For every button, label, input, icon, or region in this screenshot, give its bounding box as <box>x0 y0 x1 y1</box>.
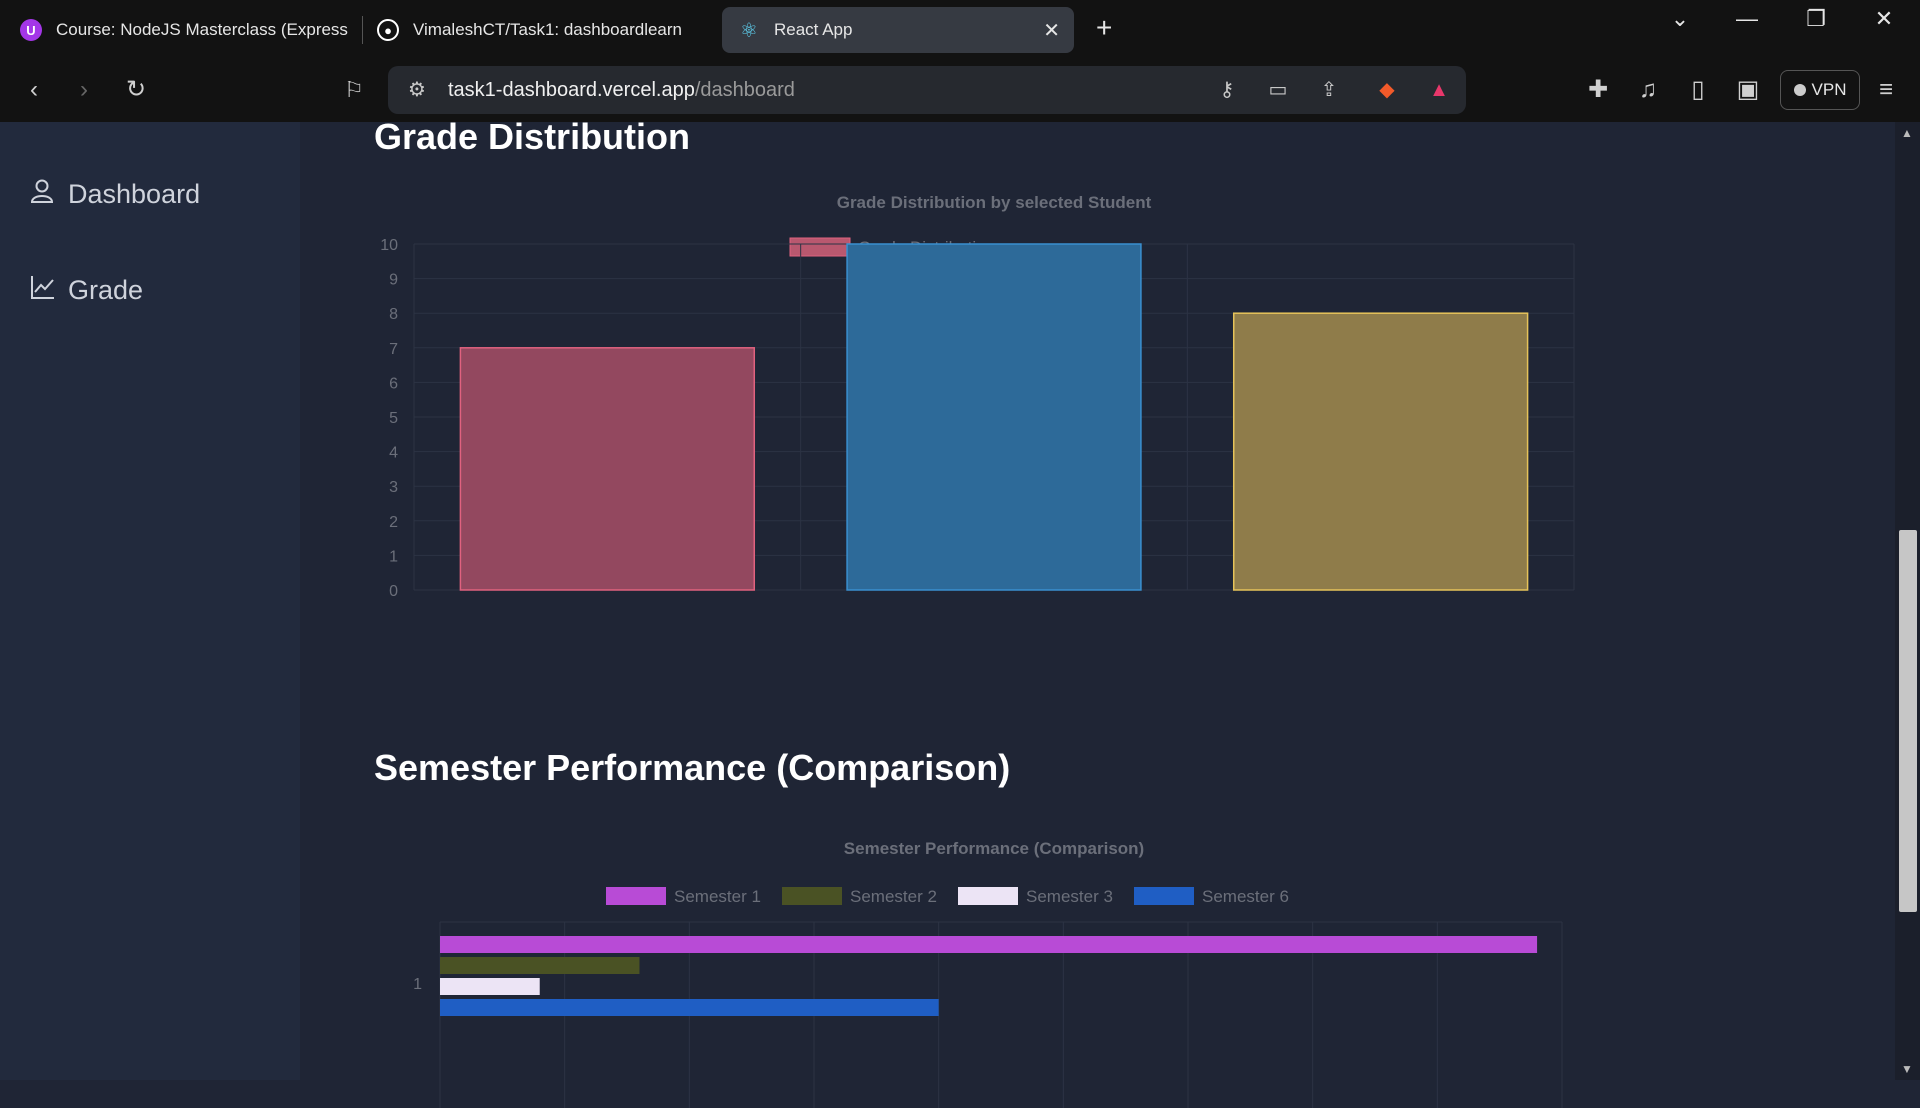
y-tick-label: 1 <box>389 548 398 565</box>
vpn-status-icon <box>1793 84 1806 96</box>
trend-chart-icon-svg <box>31 276 54 299</box>
browser-toolbar: ‹ › ↻ ⚐ ⚙ task1-dashboard.vercel.app/das… <box>0 58 1920 122</box>
url-text[interactable]: task1-dashboard.vercel.app/dashboard <box>448 79 795 102</box>
bookmark-icon[interactable]: ⚐ <box>336 74 372 106</box>
y-tick-label: 1 <box>413 976 422 993</box>
scroll-up-arrow-icon[interactable]: ▲ <box>1901 126 1913 140</box>
site-settings-icon[interactable]: ⚙ <box>402 76 432 104</box>
reload-icon[interactable]: ↻ <box>118 74 154 106</box>
page-scrollbar[interactable]: ▲ ▼ <box>1895 122 1920 1080</box>
y-tick-label: 9 <box>389 272 398 289</box>
user-icon <box>30 178 58 211</box>
bar-semester-2 <box>440 957 640 974</box>
sidebar-item-label: Grade <box>68 275 144 305</box>
close-tab-icon[interactable]: ✕ <box>1043 18 1060 43</box>
bar-semester-6 <box>440 999 939 1016</box>
tab-title: VimaleshCT/Task1: dashboardlearn <box>413 20 682 39</box>
legend-label: Semester 1 <box>674 887 761 906</box>
y-tick-label: 6 <box>389 375 398 392</box>
section-title-semester-performance: Semester Performance (Comparison) <box>374 747 1011 788</box>
bar-o <box>1232 312 1529 591</box>
scroll-down-arrow-icon[interactable]: ▼ <box>1901 1062 1913 1076</box>
legend-label: Semester 6 <box>1202 887 1289 906</box>
browser-tab-strip: U Course: NodeJS Masterclass (Express ● … <box>0 0 1920 58</box>
url-path: /dashboard <box>694 79 795 101</box>
grade-distribution-chart: Grade Distribution by selected StudentGr… <box>380 193 1575 600</box>
main-content: Grade Distribution Grade Distribution by… <box>300 116 1895 1108</box>
vpn-button[interactable]: VPN <box>1780 70 1860 110</box>
sidebar-item-grade[interactable]: Grade <box>30 274 143 307</box>
extensions-icon[interactable]: ✚ <box>1580 74 1616 106</box>
github-icon: ● <box>377 19 399 41</box>
restore-button[interactable]: ❐ <box>1796 6 1836 32</box>
tab-search-chevron-icon[interactable]: ⌄ <box>1660 6 1700 32</box>
brave-shield-icon[interactable]: ◆ <box>1372 76 1402 104</box>
react-icon: ⚛ <box>740 19 758 42</box>
sidebar: Dashboard Grade <box>0 122 300 1080</box>
scrollbar-thumb[interactable] <box>1899 530 1917 912</box>
sidebar-item-label: Dashboard <box>68 179 201 209</box>
brave-rewards-icon[interactable]: ▲ <box>1424 76 1454 104</box>
sidebar-toggle-icon[interactable]: ▯ <box>1680 74 1716 106</box>
web-page: Dashboard Grade Grade Distribution Grade… <box>0 116 1920 1108</box>
wallet-icon[interactable]: ▣ <box>1730 74 1766 106</box>
tab-github[interactable]: ● VimaleshCT/Task1: dashboardlearn <box>377 7 707 53</box>
chart-title: Semester Performance (Comparison) <box>844 839 1144 858</box>
bar-a <box>459 347 756 591</box>
close-window-button[interactable]: ✕ <box>1864 6 1904 32</box>
media-icon[interactable]: ♫ <box>1630 74 1666 106</box>
y-tick-label: 8 <box>389 306 398 323</box>
address-bar[interactable]: ⚙ task1-dashboard.vercel.app/dashboard ⚷… <box>388 66 1466 114</box>
vpn-label: VPN <box>1811 80 1847 99</box>
legend-swatch <box>782 887 842 905</box>
url-host: task1-dashboard.vercel.app <box>448 79 695 101</box>
tab-title: React App <box>774 20 853 39</box>
legend-label: Semester 3 <box>1026 887 1113 906</box>
y-tick-label: 3 <box>389 479 398 496</box>
y-tick-label: 4 <box>389 445 398 462</box>
bar-semester-3 <box>440 978 540 995</box>
y-tick-label: 0 <box>389 583 398 600</box>
y-tick-label: 7 <box>389 341 398 358</box>
legend-label: Semester 2 <box>850 887 937 906</box>
forward-arrow-icon[interactable]: › <box>66 74 102 106</box>
share-icon[interactable]: ⇪ <box>1314 76 1344 104</box>
section-title-grade-distribution: Grade Distribution <box>374 116 691 157</box>
trend-chart-icon <box>30 274 58 307</box>
semester-performance-chart: Semester Performance (Comparison) Semeste… <box>413 839 1563 1108</box>
tab-udemy[interactable]: U Course: NodeJS Masterclass (Express <box>20 7 350 53</box>
legend-swatch <box>1134 887 1194 905</box>
menu-icon[interactable]: ≡ <box>1868 74 1904 106</box>
tab-divider <box>362 16 363 44</box>
y-tick-label: 10 <box>380 237 398 254</box>
legend-swatch <box>789 237 851 257</box>
back-arrow-icon[interactable]: ‹ <box>16 74 52 106</box>
legend-swatch <box>606 887 666 905</box>
y-tick-label: 5 <box>389 410 398 427</box>
udemy-icon: U <box>20 19 42 41</box>
sidebar-item-dashboard[interactable]: Dashboard <box>30 178 200 211</box>
bar-b <box>846 243 1142 591</box>
cast-icon[interactable]: ▭ <box>1263 76 1293 104</box>
legend-swatch <box>958 887 1018 905</box>
key-icon[interactable]: ⚷ <box>1212 76 1242 104</box>
tab-title: Course: NodeJS Masterclass (Express <box>56 20 348 39</box>
y-tick-label: 2 <box>389 514 398 531</box>
user-icon-svg <box>30 179 54 203</box>
minimize-button[interactable]: — <box>1727 6 1767 32</box>
bar-semester-1 <box>440 936 1538 953</box>
chart-title: Grade Distribution by selected Student <box>837 193 1152 212</box>
tab-react-app[interactable]: ⚛ React App ✕ <box>722 7 1074 53</box>
new-tab-button[interactable]: + <box>1096 12 1112 44</box>
